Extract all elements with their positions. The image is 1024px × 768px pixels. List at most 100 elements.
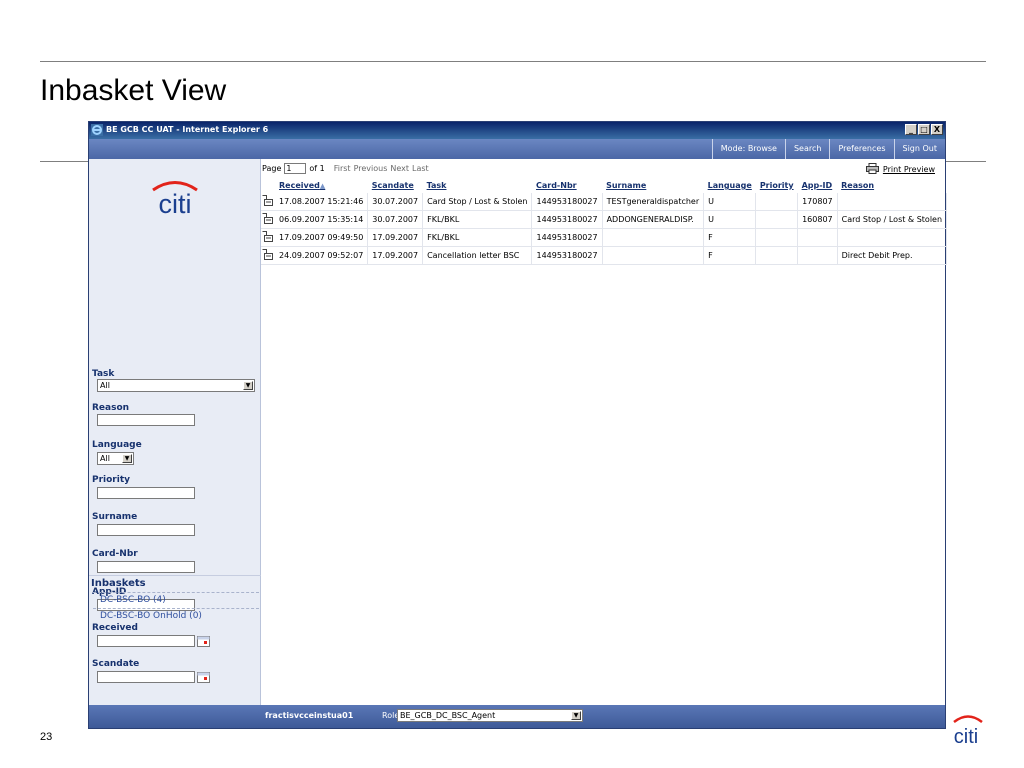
internet-explorer-icon [91,124,103,136]
header-app-id[interactable]: App-ID [798,178,838,193]
slide-top-rule [40,61,986,62]
cell-received: 17.09.2007 09:49:50 [275,228,369,247]
browser-window: BE GCB CC UAT - Internet Explorer 6 _ □ … [88,121,948,729]
scandate-label: Scandate [92,659,140,669]
received-label: Received [92,623,138,633]
cell-received: 06.09.2007 15:35:14 [275,210,369,229]
cell-priority [755,210,799,229]
next-page-link[interactable]: Next [390,164,409,173]
cell-surname [602,228,705,247]
minimize-button[interactable]: _ [905,124,917,135]
search-link[interactable]: Search [784,139,829,159]
role-select[interactable]: BE_GCB_DC_BSC_Agent ▼ [397,709,583,722]
cell-priority [755,228,799,247]
cell-card-nbr: 144953180027 [531,210,603,229]
print-preview-link[interactable]: Print Preview [865,163,935,174]
card-nbr-input[interactable] [97,561,195,573]
cell-scandate: 17.09.2007 [367,246,424,265]
surname-label: Surname [92,512,138,522]
print-preview-label: Print Preview [882,165,935,174]
cell-icon[interactable] [261,228,275,247]
cell-scandate: 30.07.2007 [367,193,424,211]
header-card-nbr[interactable]: Card-Nbr [532,178,602,193]
slide-rule-left [40,161,88,162]
slide-rule-right [946,161,986,162]
task-item-icon [262,231,273,242]
header-scandate[interactable]: Scandate [368,178,423,193]
received-date-input[interactable] [97,635,195,647]
cell-icon[interactable] [261,246,275,265]
calendar-icon[interactable] [197,636,210,647]
cell-received: 24.09.2007 09:52:07 [275,246,369,265]
header-task[interactable]: Task [423,178,532,193]
inbasket-table-body: 17.08.2007 15:21:46 30.07.2007 Card Stop /… [261,193,948,265]
slide-page-number: 23 [40,731,53,743]
header-priority[interactable]: Priority [756,178,798,193]
last-page-link[interactable]: Last [412,164,429,173]
inbasket-table: Received▲ Scandate Task Card-Nbr Surname… [261,178,948,265]
cell-surname: ADDONGENERALDISP. [602,210,705,229]
surname-input[interactable] [97,524,195,536]
preferences-link[interactable]: Preferences [829,139,893,159]
header-surname[interactable]: Surname [602,178,704,193]
task-label: Task [92,369,115,379]
previous-page-link[interactable]: Previous [354,164,388,173]
current-user: fractisvcceinstua01 [265,711,354,720]
sign-out-link[interactable]: Sign Out [893,139,946,159]
chevron-down-icon[interactable]: ▼ [243,381,253,390]
cell-reason: Direct Debit Prep. [837,246,948,265]
cell-scandate: 17.09.2007 [367,228,424,247]
task-select-value: All [100,381,110,390]
page-number-input[interactable]: 1 [284,163,307,174]
cell-language: F [703,246,757,265]
cell-reason [837,193,948,211]
cell-task: FKL/BKL [422,210,533,229]
svg-text:citi: citi [159,189,192,217]
chevron-down-icon[interactable]: ▼ [571,711,581,720]
task-select[interactable]: All ▼ [97,379,255,392]
cell-surname [602,246,705,265]
table-row[interactable]: 17.09.2007 09:49:50 17.09.2007 FKL/BKL 1449… [261,228,948,247]
cell-priority [755,193,799,211]
first-page-link[interactable]: First [334,164,351,173]
top-navbar: Mode: Browse Search Preferences Sign Out [89,139,945,159]
cell-task: FKL/BKL [422,228,533,247]
window-controls: _ □ X [905,124,943,135]
cell-received: 17.08.2007 15:21:46 [275,193,369,211]
role-select-value: BE_GCB_DC_BSC_Agent [400,711,496,720]
table-header-row: Received▲ Scandate Task Card-Nbr Surname… [261,178,947,193]
table-row[interactable]: 06.09.2007 15:35:14 30.07.2007 FKL/BKL 1449… [261,210,948,229]
scandate-input[interactable] [97,671,195,683]
window-title: BE GCB CC UAT - Internet Explorer 6 [106,125,269,134]
cell-reason [837,228,948,247]
header-received[interactable]: Received▲ [275,178,368,193]
cell-icon[interactable] [261,210,275,229]
cell-icon[interactable] [261,193,275,211]
priority-input[interactable] [97,487,195,499]
chevron-down-icon[interactable]: ▼ [122,454,132,463]
close-button[interactable]: X [931,124,943,135]
reason-input[interactable] [97,414,195,426]
inbasket-item-dc-bsc-bo[interactable]: DC-BSC-BO (4) [100,595,166,605]
mode-browse-link[interactable]: Mode: Browse [711,139,785,159]
header-reason[interactable]: Reason [837,178,946,193]
cell-card-nbr: 144953180027 [531,246,603,265]
inbasket-item-dc-bsc-bo-onhold[interactable]: DC-BSC-BO OnHold (0) [100,611,202,621]
cell-language: F [703,228,757,247]
cell-surname: TESTgeneraldispatcher [602,193,705,211]
cell-card-nbr: 144953180027 [531,193,603,211]
citi-corner-logo: citi [953,715,983,746]
maximize-button[interactable]: □ [918,124,930,135]
header-language[interactable]: Language [704,178,756,193]
cell-app-id [797,228,838,247]
table-row[interactable]: 24.09.2007 09:52:07 17.09.2007 Cancellatio… [261,246,948,265]
table-row[interactable]: 17.08.2007 15:21:46 30.07.2007 Card Stop /… [261,193,948,211]
language-select[interactable]: All ▼ [97,452,134,465]
cell-task: Cancellation letter BSC [422,246,533,265]
cell-priority [755,246,799,265]
window-titlebar[interactable]: BE GCB CC UAT - Internet Explorer 6 _ □ … [89,122,945,139]
cell-scandate: 30.07.2007 [367,210,424,229]
inbaskets-divider [89,575,261,576]
calendar-icon[interactable] [197,672,210,683]
page-label: Page [262,164,282,173]
